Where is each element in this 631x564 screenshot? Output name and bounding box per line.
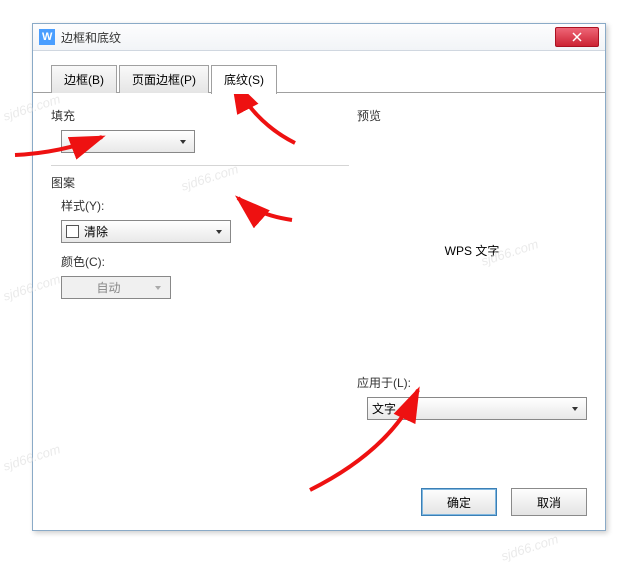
color-select[interactable]: 自动: [61, 276, 171, 299]
preview-box: WPS 文字: [357, 130, 587, 370]
divider: [51, 165, 349, 166]
titlebar: 边框和底纹: [33, 24, 605, 51]
preview-text: WPS 文字: [445, 242, 500, 259]
cancel-button[interactable]: 取消: [511, 488, 587, 516]
chevron-down-icon: [567, 405, 582, 413]
tab-page-border[interactable]: 页面边框(P): [119, 65, 209, 93]
watermark: sjd66.com: [499, 531, 560, 564]
preview-label: 预览: [357, 107, 587, 124]
color-label: 颜色(C):: [61, 253, 349, 270]
tab-border[interactable]: 边框(B): [51, 65, 117, 93]
chevron-down-icon: [151, 284, 166, 292]
style-select[interactable]: 清除: [61, 220, 231, 243]
fill-select[interactable]: [61, 130, 195, 153]
borders-shading-dialog: 边框和底纹 边框(B) 页面边框(P) 底纹(S) 填充 图案 样式(Y):: [32, 23, 606, 531]
tab-shading[interactable]: 底纹(S): [211, 65, 277, 94]
close-icon: [572, 32, 582, 42]
app-icon: [39, 29, 55, 45]
tab-bar: 边框(B) 页面边框(P) 底纹(S): [33, 51, 605, 93]
footer: 确定 取消: [421, 488, 587, 516]
color-value: 自动: [96, 279, 120, 296]
left-panel: 填充 图案 样式(Y): 清除 颜色(C): 自动: [51, 103, 349, 420]
ok-button[interactable]: 确定: [421, 488, 497, 516]
apply-to-label: 应用于(L):: [357, 374, 587, 391]
chevron-down-icon: [211, 228, 226, 236]
style-label: 样式(Y):: [61, 197, 349, 214]
dialog-title: 边框和底纹: [61, 29, 121, 46]
content-area: 填充 图案 样式(Y): 清除 颜色(C): 自动: [33, 93, 605, 430]
pattern-label: 图案: [51, 174, 349, 191]
checkbox-icon: [66, 225, 79, 238]
fill-label: 填充: [51, 107, 349, 124]
chevron-down-icon: [175, 138, 190, 146]
style-value: 清除: [84, 223, 108, 240]
close-button[interactable]: [555, 27, 599, 47]
apply-to-value: 文字: [372, 400, 396, 417]
right-panel: 预览 WPS 文字 应用于(L): 文字: [357, 103, 587, 420]
apply-to-select[interactable]: 文字: [367, 397, 587, 420]
